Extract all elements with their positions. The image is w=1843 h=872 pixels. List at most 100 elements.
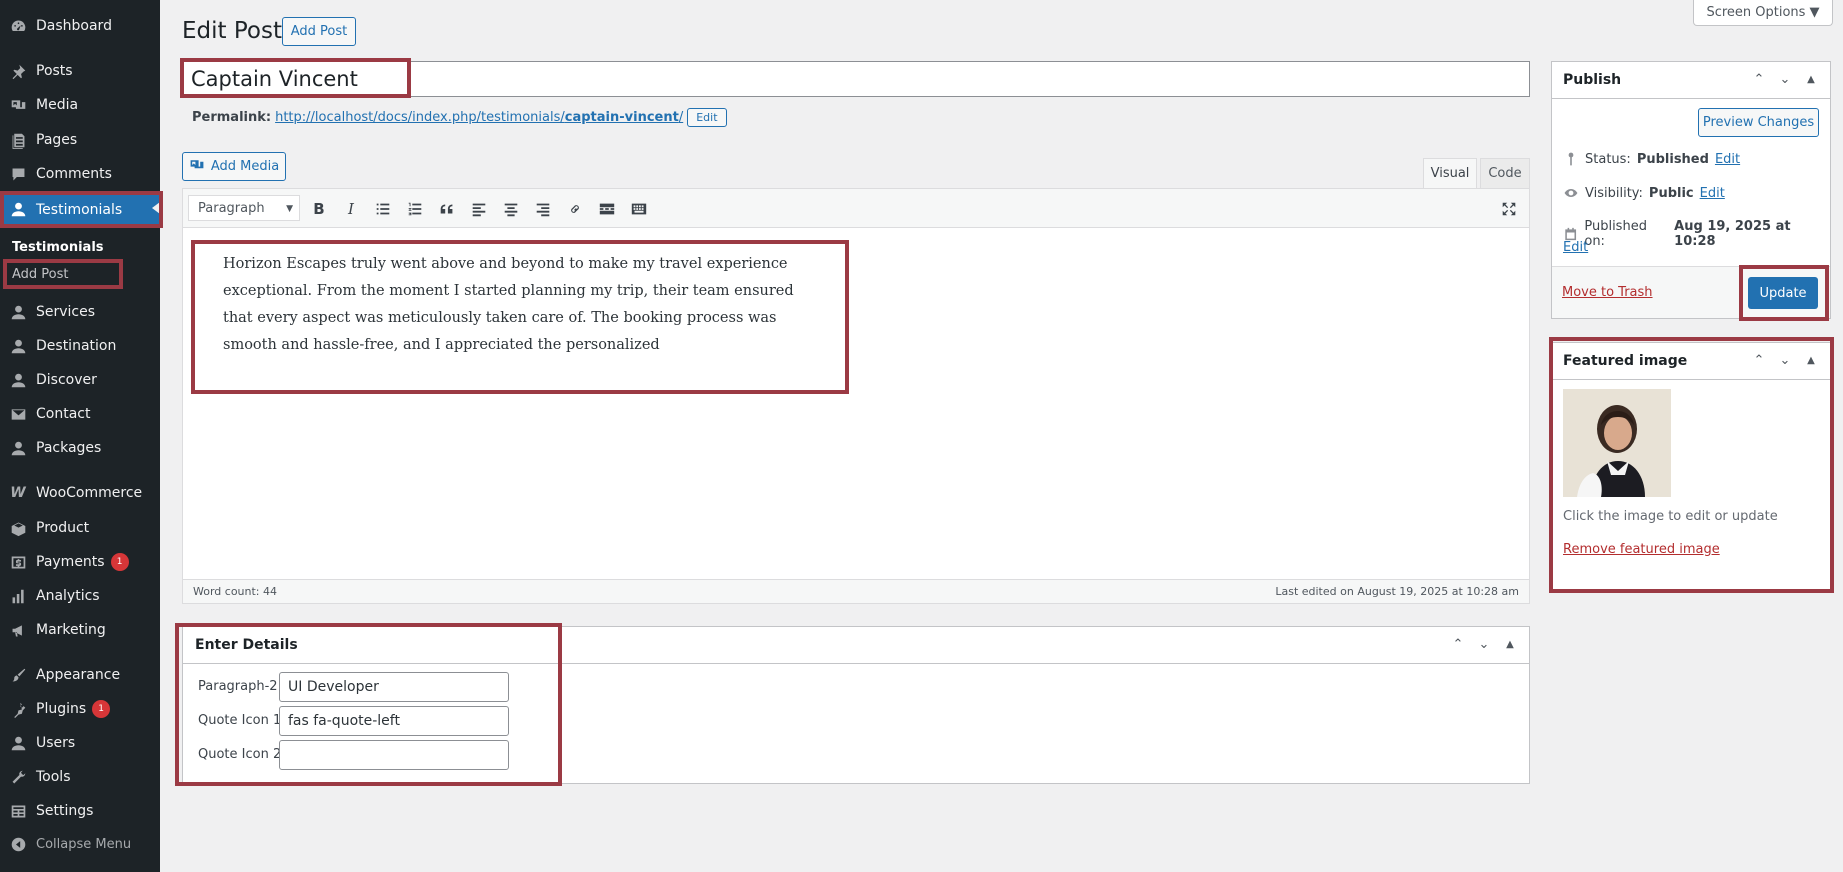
- bold-button[interactable]: B: [307, 197, 331, 221]
- move-up-icon[interactable]: ⌃: [1449, 635, 1467, 653]
- keyboard-icon: [631, 203, 647, 215]
- payments-icon: [8, 552, 28, 572]
- insert-link-button[interactable]: [563, 197, 587, 221]
- tab-visual[interactable]: Visual: [1423, 158, 1477, 188]
- pin-icon: [1568, 152, 1574, 166]
- collapse-icon: [8, 834, 28, 854]
- fullscreen-button[interactable]: [1497, 197, 1521, 221]
- sidebar-item-destination[interactable]: Destination: [0, 332, 160, 360]
- chevron-down-icon: ▼: [286, 204, 293, 214]
- user-icon: [8, 733, 28, 753]
- editor-content[interactable]: Horizon Escapes truly went above and bey…: [223, 251, 813, 359]
- admin-sidebar: Dashboard Posts Media Pages Comments Tes…: [0, 0, 160, 872]
- move-to-trash-link[interactable]: Move to Trash: [1562, 285, 1653, 300]
- user-icon: [8, 370, 28, 390]
- portrait-photo: [1563, 389, 1671, 497]
- move-up-icon[interactable]: ⌃: [1750, 351, 1768, 369]
- sidebar-item-settings[interactable]: Settings: [0, 797, 160, 825]
- submenu-add-post[interactable]: Add Post: [0, 261, 160, 287]
- italic-button[interactable]: I: [339, 197, 363, 221]
- move-down-icon[interactable]: ⌄: [1475, 635, 1493, 653]
- sidebar-item-product[interactable]: Product: [0, 514, 160, 542]
- collapse-menu-button[interactable]: Collapse Menu: [0, 830, 160, 858]
- user-icon: [8, 200, 28, 220]
- pin-icon: [8, 61, 28, 81]
- preview-changes-button[interactable]: Preview Changes: [1698, 108, 1819, 137]
- sidebar-item-tools[interactable]: Tools: [0, 763, 160, 791]
- status-row: Status: Published Edit: [1563, 151, 1740, 167]
- media-icon: [8, 95, 28, 115]
- publish-title: Publish: [1563, 72, 1622, 88]
- fullscreen-icon: [1502, 202, 1516, 216]
- permalink-link[interactable]: http://localhost/docs/index.php/testimon…: [275, 110, 683, 125]
- collapse-panel-icon[interactable]: ▲: [1802, 70, 1820, 88]
- add-post-button[interactable]: Add Post: [282, 17, 356, 46]
- sidebar-item-plugins[interactable]: Plugins 1: [0, 695, 160, 723]
- editor-toolbar: Paragraph ▼ B I: [183, 189, 1529, 228]
- permalink-edit-button[interactable]: Edit: [687, 108, 727, 127]
- field-label-paragraph-2: Paragraph-2: [198, 679, 278, 694]
- plugins-badge: 1: [92, 700, 111, 718]
- align-left-icon: [472, 203, 486, 217]
- remove-featured-image-link[interactable]: Remove featured image: [1563, 542, 1720, 557]
- user-icon: [8, 336, 28, 356]
- sidebar-item-contact[interactable]: Contact: [0, 400, 160, 428]
- brush-icon: [8, 665, 28, 685]
- sidebar-item-discover[interactable]: Discover: [0, 366, 160, 394]
- submenu-testimonials[interactable]: Testimonials: [0, 234, 160, 260]
- published-on-edit-link[interactable]: Edit: [1563, 240, 1588, 255]
- post-title-input[interactable]: Captain Vincent: [182, 61, 1530, 97]
- move-up-icon[interactable]: ⌃: [1750, 70, 1768, 88]
- bullet-list-button[interactable]: [371, 197, 395, 221]
- sidebar-item-woocommerce[interactable]: W WooCommerce: [0, 479, 160, 507]
- sidebar-item-media[interactable]: Media: [0, 91, 160, 119]
- sidebar-item-marketing[interactable]: Marketing: [0, 616, 160, 644]
- numbered-list-button[interactable]: [403, 197, 427, 221]
- word-count: Word count: 44: [193, 585, 278, 598]
- featured-image-thumbnail[interactable]: [1563, 389, 1671, 497]
- move-down-icon[interactable]: ⌄: [1776, 351, 1794, 369]
- content-editor: Paragraph ▼ B I Horizon Escapes truly wen…: [182, 188, 1530, 604]
- toolbar-toggle-button[interactable]: [627, 197, 651, 221]
- align-center-button[interactable]: [499, 197, 523, 221]
- payments-badge: 1: [110, 553, 129, 571]
- details-title: Enter Details: [195, 637, 298, 653]
- update-button[interactable]: Update: [1748, 277, 1818, 309]
- sidebar-item-comments[interactable]: Comments: [0, 160, 160, 188]
- move-down-icon[interactable]: ⌄: [1776, 70, 1794, 88]
- screen-options-button[interactable]: Screen Options ▼: [1693, 0, 1833, 26]
- featured-image-title: Featured image: [1563, 353, 1688, 369]
- sidebar-item-services[interactable]: Services: [0, 298, 160, 326]
- field-label-quote-icon-1: Quote Icon 1: [198, 713, 282, 728]
- sidebar-item-appearance[interactable]: Appearance: [0, 661, 160, 689]
- dashboard-icon: [8, 16, 28, 36]
- eye-icon: [1564, 189, 1578, 197]
- sidebar-item-packages[interactable]: Packages: [0, 434, 160, 462]
- quote-icon-2-input[interactable]: [279, 740, 509, 770]
- user-icon: [8, 438, 28, 458]
- sidebar-item-testimonials[interactable]: Testimonials: [0, 194, 160, 225]
- sidebar-item-posts[interactable]: Posts: [0, 57, 160, 85]
- sidebar-item-payments[interactable]: Payments 1: [0, 548, 160, 576]
- comment-icon: [8, 164, 28, 184]
- add-media-button[interactable]: Add Media: [182, 152, 286, 181]
- visibility-edit-link[interactable]: Edit: [1700, 186, 1725, 201]
- tab-code[interactable]: Code: [1480, 158, 1530, 188]
- collapse-panel-icon[interactable]: ▲: [1501, 635, 1519, 653]
- status-edit-link[interactable]: Edit: [1715, 152, 1740, 167]
- sidebar-item-pages[interactable]: Pages: [0, 126, 160, 154]
- read-more-button[interactable]: [595, 197, 619, 221]
- sidebar-item-users[interactable]: Users: [0, 729, 160, 757]
- quote-icon-1-input[interactable]: fas fa-quote-left: [279, 706, 509, 736]
- product-icon: [8, 518, 28, 538]
- format-select[interactable]: Paragraph ▼: [188, 195, 300, 221]
- collapse-panel-icon[interactable]: ▲: [1802, 351, 1820, 369]
- paragraph-2-input[interactable]: UI Developer: [279, 672, 509, 702]
- align-right-button[interactable]: [531, 197, 555, 221]
- permalink: Permalink: http://localhost/docs/index.p…: [192, 108, 727, 127]
- sidebar-item-analytics[interactable]: Analytics: [0, 582, 160, 610]
- blockquote-button[interactable]: [435, 197, 459, 221]
- enter-details-box: Enter Details ⌃ ⌄ ▲ Paragraph-2 UI Devel…: [182, 626, 1530, 784]
- sidebar-item-dashboard[interactable]: Dashboard: [0, 12, 160, 40]
- align-left-button[interactable]: [467, 197, 491, 221]
